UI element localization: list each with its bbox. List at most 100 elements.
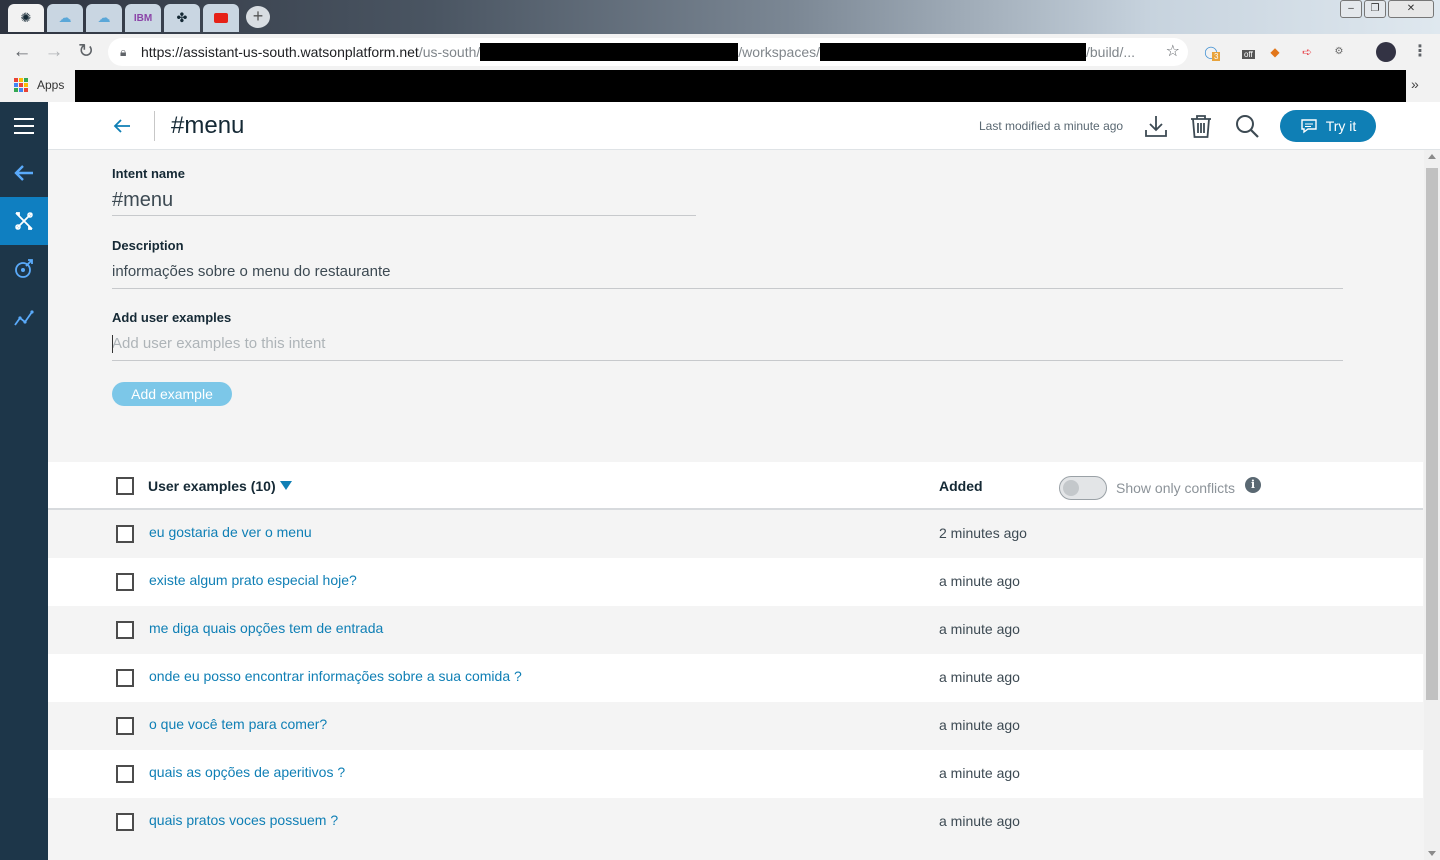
table-row[interactable]: o que você tem para comer? a minute ago — [48, 702, 1423, 750]
info-icon[interactable]: i — [1245, 477, 1261, 493]
row-checkbox[interactable] — [116, 525, 134, 543]
scroll-down-icon[interactable] — [1428, 851, 1436, 856]
bookmark-star-icon[interactable]: ☆ — [1166, 38, 1180, 66]
js-extension-icon[interactable]: ⚙ — [1330, 44, 1348, 60]
description-field[interactable]: informações sobre o menu do restaurante — [112, 263, 391, 280]
restore-button[interactable]: ❐ — [1364, 0, 1386, 18]
intent-name-label: Intent name — [112, 166, 185, 181]
lock-icon: 🔒︎ — [120, 45, 127, 59]
row-checkbox[interactable] — [116, 765, 134, 783]
rail-menu-item[interactable] — [0, 102, 48, 150]
redacted-block — [480, 43, 739, 61]
select-all-checkbox[interactable] — [116, 477, 134, 495]
browser-forward-icon[interactable]: → — [42, 40, 66, 64]
rail-back-item[interactable] — [0, 149, 48, 197]
page-header: #menu Last modified a minute ago Try it — [48, 102, 1440, 150]
example-text[interactable]: existe algum prato especial hoje? — [149, 572, 357, 588]
table-row[interactable]: quais as opções de aperitivos ? a minute… — [48, 750, 1423, 798]
page-title: #menu — [171, 112, 245, 139]
example-text[interactable]: me diga quais opções tem de entrada — [149, 620, 383, 636]
search-icon[interactable] — [1234, 113, 1260, 139]
rail-analytics-item[interactable] — [0, 293, 48, 341]
browser-tab-watson[interactable]: ✺ — [8, 4, 44, 32]
trash-icon[interactable] — [1188, 113, 1214, 139]
intent-name-field[interactable]: #menu — [112, 189, 173, 212]
added-date: a minute ago — [939, 717, 1020, 733]
close-window-button[interactable]: ✕ — [1388, 0, 1434, 18]
scroll-thumb[interactable] — [1426, 168, 1438, 700]
cloud-favicon-icon: ☁ — [58, 10, 72, 25]
metamask-icon[interactable]: ◆ — [1266, 44, 1284, 60]
sort-down-icon[interactable] — [280, 481, 292, 490]
url-host: https://assistant-us-south.watsonplatfor… — [141, 44, 419, 60]
table-row[interactable]: quais pratos voces possuem ? a minute ag… — [48, 798, 1423, 846]
url-segment: /build/... — [1086, 44, 1136, 60]
apps-grid-icon[interactable] — [14, 78, 28, 92]
extension-off-icon[interactable]: off — [1238, 44, 1256, 60]
redacted-block — [75, 70, 1406, 102]
text-caret — [112, 335, 113, 353]
extension-arrow-icon[interactable]: ➪ — [1298, 44, 1316, 60]
url-segment: /us-south/ — [418, 44, 481, 60]
browser-tab-youtube[interactable] — [203, 4, 239, 32]
added-column-header[interactable]: Added — [939, 478, 983, 494]
example-text[interactable]: o que você tem para comer? — [149, 716, 327, 732]
try-it-button[interactable]: Try it — [1280, 110, 1376, 142]
scroll-up-icon[interactable] — [1428, 154, 1436, 159]
profile-avatar[interactable] — [1376, 42, 1396, 62]
try-it-label: Try it — [1325, 118, 1357, 134]
url-segment: /workspaces/ — [738, 44, 820, 60]
extension-1-icon[interactable]: ◯ 3 — [1202, 44, 1221, 61]
add-example-button[interactable]: Add example — [112, 382, 232, 406]
browser-menu-icon[interactable]: ⋮ — [1412, 41, 1428, 61]
table-row[interactable]: existe algum prato especial hoje? a minu… — [48, 558, 1423, 606]
watson-favicon-icon: ✺ — [20, 10, 32, 25]
browser-toolbar: ← → ↻ 🔒︎ https://assistant-us-south.wats… — [0, 34, 1440, 70]
browser-tab-bee[interactable]: ✤ — [164, 4, 200, 32]
browser-tab-ibm[interactable]: IBM — [125, 4, 161, 32]
apps-bookmark[interactable]: Apps — [37, 78, 64, 92]
redacted-block — [820, 43, 1086, 61]
download-icon[interactable] — [1143, 113, 1169, 139]
more-bookmarks-icon[interactable]: » — [1411, 76, 1419, 92]
add-user-examples-input[interactable]: Add user examples to this intent — [112, 335, 325, 352]
bookmarks-bar: Apps » — [0, 70, 1440, 102]
rail-improve-item[interactable] — [0, 245, 48, 293]
row-checkbox[interactable] — [116, 621, 134, 639]
example-text[interactable]: onde eu posso encontrar informações sobr… — [149, 668, 522, 684]
extension-badge: 3 — [1212, 52, 1221, 61]
ibm-favicon-icon: IBM — [133, 12, 153, 24]
row-checkbox[interactable] — [116, 717, 134, 735]
table-row[interactable]: me diga quais opções tem de entrada a mi… — [48, 606, 1423, 654]
example-text[interactable]: quais as opções de aperitivos ? — [149, 764, 345, 780]
row-checkbox[interactable] — [116, 813, 134, 831]
extension-off-label: off — [1242, 50, 1255, 59]
user-examples-column-header[interactable]: User examples (10) — [148, 478, 276, 494]
build-tools-icon — [15, 212, 33, 230]
show-conflicts-toggle[interactable] — [1059, 476, 1107, 500]
new-tab-button[interactable]: + — [246, 6, 270, 28]
added-date: 2 minutes ago — [939, 525, 1027, 541]
row-checkbox[interactable] — [116, 669, 134, 687]
example-text[interactable]: eu gostaria de ver o menu — [149, 524, 312, 540]
window-controls: – ❐ ✕ — [1338, 0, 1434, 18]
bee-favicon-icon: ✤ — [176, 10, 188, 25]
added-date: a minute ago — [939, 765, 1020, 781]
add-user-examples-underline — [112, 360, 1343, 361]
table-row[interactable]: onde eu posso encontrar informações sobr… — [48, 654, 1423, 702]
row-checkbox[interactable] — [116, 573, 134, 591]
address-bar[interactable]: 🔒︎ https://assistant-us-south.watsonplat… — [108, 38, 1188, 66]
browser-back-icon[interactable]: ← — [10, 40, 34, 64]
browser-tab-cloud-1[interactable]: ☁ — [47, 4, 83, 32]
added-date: a minute ago — [939, 669, 1020, 685]
example-text[interactable]: quais pratos voces possuem ? — [149, 812, 338, 828]
browser-reload-icon[interactable]: ↻ — [74, 40, 98, 64]
browser-tab-cloud-2[interactable]: ☁ — [86, 4, 122, 32]
table-row[interactable]: eu gostaria de ver o menu 2 minutes ago — [48, 510, 1423, 558]
last-modified-text: Last modified a minute ago — [979, 119, 1124, 133]
back-arrow-icon[interactable] — [110, 114, 134, 138]
rail-build-item[interactable] — [0, 197, 48, 245]
cloud-favicon-icon: ☁ — [97, 10, 111, 25]
page-scrollbar[interactable] — [1424, 150, 1440, 860]
minimize-button[interactable]: – — [1340, 0, 1362, 18]
